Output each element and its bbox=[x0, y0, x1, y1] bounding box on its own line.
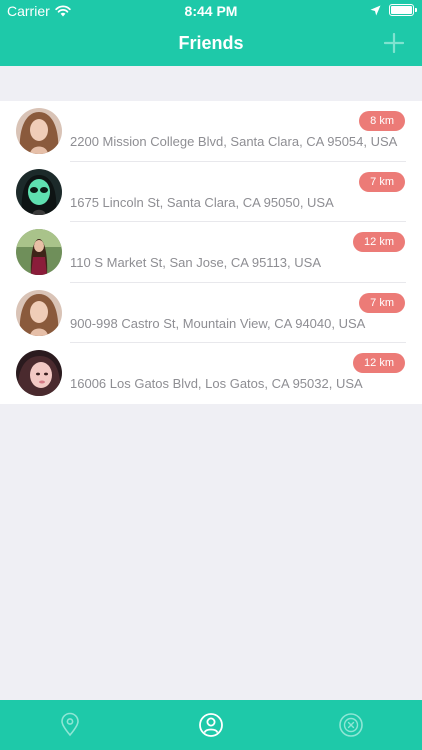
avatar bbox=[16, 350, 62, 396]
distance-badge: 8 km bbox=[359, 111, 405, 131]
location-arrow-icon bbox=[370, 5, 381, 15]
status-time: 8:44 PM bbox=[184, 3, 238, 19]
distance-badge: 7 km bbox=[359, 171, 405, 192]
friend-address: 900-998 Castro St, Mountain View, CA 940… bbox=[70, 315, 366, 331]
distance-badge: 12 km bbox=[353, 353, 405, 373]
list-item[interactable]: 900-998 Castro St, Mountain View, CA 940… bbox=[0, 283, 422, 343]
status-right bbox=[370, 4, 417, 16]
profile-icon bbox=[199, 713, 223, 737]
battery-icon bbox=[389, 4, 417, 16]
friend-address: 2200 Mission College Blvd, Santa Clara, … bbox=[70, 134, 398, 149]
friends-list: 2200 Mission College Blvd, Santa Clara, … bbox=[0, 101, 422, 404]
friend-address: 1675 Lincoln St, Santa Clara, CA 95050, … bbox=[70, 194, 334, 210]
close-circle-icon bbox=[339, 713, 363, 737]
list-item[interactable]: 1675 Lincoln St, Santa Clara, CA 95050, … bbox=[0, 162, 422, 222]
friend-address: 16006 Los Gatos Blvd, Los Gatos, CA 9503… bbox=[70, 376, 363, 391]
avatar bbox=[16, 229, 62, 275]
distance-badge: 12 km bbox=[353, 232, 405, 252]
map-pin-icon bbox=[61, 712, 79, 737]
avatar bbox=[16, 168, 62, 215]
list-item[interactable]: 16006 Los Gatos Blvd, Los Gatos, CA 9503… bbox=[0, 343, 422, 404]
add-friend-button[interactable] bbox=[383, 32, 405, 54]
tab-close[interactable] bbox=[338, 712, 364, 738]
tab-map[interactable] bbox=[57, 712, 83, 738]
avatar bbox=[16, 289, 62, 336]
navigation-bar: Carrier 8:44 PM Friends bbox=[0, 0, 422, 66]
distance-badge: 7 km bbox=[359, 292, 405, 313]
tab-friends[interactable] bbox=[198, 712, 224, 738]
list-item[interactable]: 110 S Market St, San Jose, CA 95113, USA… bbox=[0, 222, 422, 283]
friend-address: 110 S Market St, San Jose, CA 95113, USA bbox=[70, 255, 321, 270]
list-item[interactable]: 2200 Mission College Blvd, Santa Clara, … bbox=[0, 101, 422, 162]
tab-bar bbox=[0, 700, 422, 750]
status-bar: Carrier 8:44 PM bbox=[0, 0, 422, 22]
page-title: Friends bbox=[178, 33, 244, 53]
plus-icon bbox=[383, 32, 405, 54]
avatar bbox=[16, 108, 62, 154]
